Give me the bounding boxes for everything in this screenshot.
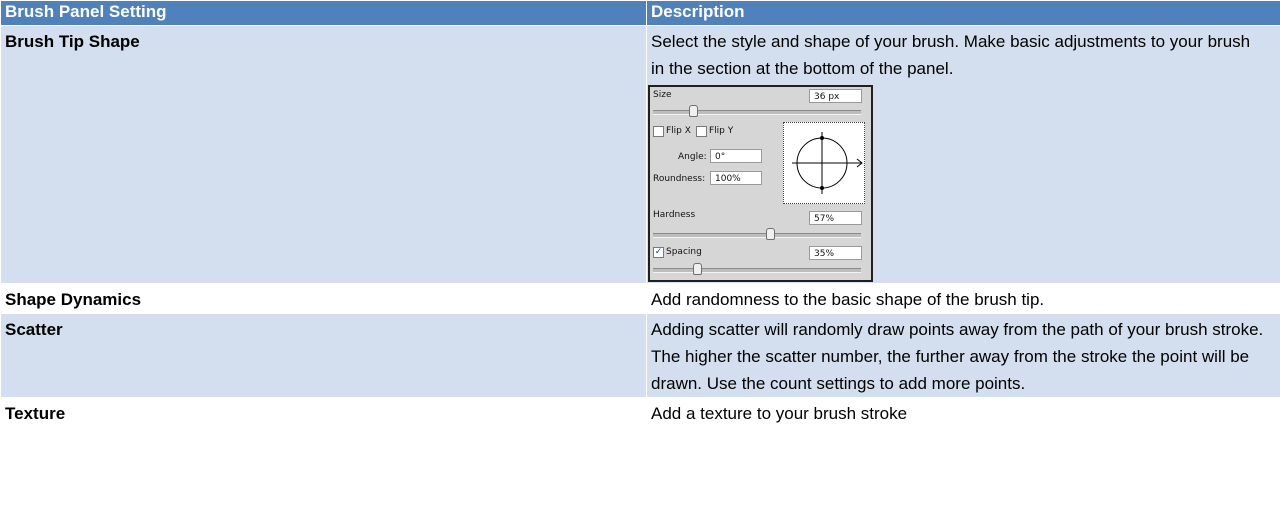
crosshair-circle-icon [792,132,863,194]
hardness-label: Hardness [653,210,696,220]
header-description: Description [646,0,1280,26]
spacing-slider[interactable] [653,263,861,275]
table-row: Scatter Adding scatter will randomly dra… [0,313,1280,398]
hardness-slider[interactable] [653,228,861,240]
spacing-label: Spacing [666,247,702,257]
size-field[interactable]: 36 px [809,89,862,103]
roundness-label: Roundness: [653,174,706,184]
setting-name: Shape Dynamics [5,290,142,309]
description-text: Adding scatter will randomly draw points… [651,320,1264,393]
flip-x-label: Flip X [666,126,691,136]
angle-label: Angle: [678,152,707,162]
size-slider[interactable] [653,105,861,117]
flip-y-label: Flip Y [709,126,734,136]
size-label: Size [653,90,672,100]
table-row: Shape Dynamics Add randomness to the bas… [0,283,1280,314]
spacing-checkbox[interactable]: ✓ [653,247,664,258]
table-row: Texture Add a texture to your brush stro… [0,397,1280,428]
description-text: Add randomness to the basic shape of the… [651,290,1045,309]
angle-field[interactable]: 0° [710,149,762,163]
spacing-slider-thumb[interactable] [693,263,702,275]
brush-angle-preview[interactable] [783,122,865,204]
roundness-field[interactable]: 100% [710,171,762,185]
setting-cell: Scatter [0,313,647,398]
setting-name: Brush Tip Shape [5,32,140,51]
setting-name: Scatter [5,320,63,339]
hardness-slider-thumb[interactable] [766,228,775,240]
description-cell: Adding scatter will randomly draw points… [646,313,1280,398]
flip-y-checkbox[interactable] [696,126,707,137]
description-cell: Add randomness to the basic shape of the… [646,283,1280,314]
flip-x-checkbox[interactable] [653,126,664,137]
setting-cell: Brush Tip Shape [0,25,647,284]
brush-tip-panel-image: Size 36 px Flip X Flip Y Angle: 0° Round… [648,85,873,282]
table-row: Brush Tip Shape Select the style and sha… [0,25,1280,284]
spacing-field[interactable]: 35% [809,246,862,260]
setting-name: Texture [5,404,66,423]
header-setting: Brush Panel Setting [0,0,647,26]
brush-settings-table: Brush Panel Setting Description Brush Ti… [0,0,1280,428]
table-header-row: Brush Panel Setting Description [0,0,1280,26]
hardness-field[interactable]: 57% [809,211,862,225]
description-cell: Select the style and shape of your brush… [646,25,1280,284]
description-cell: Add a texture to your brush stroke [646,397,1280,428]
setting-cell: Shape Dynamics [0,283,647,314]
setting-cell: Texture [0,397,647,428]
size-slider-thumb[interactable] [689,105,698,117]
description-text: Select the style and shape of your brush… [651,32,1251,78]
description-text: Add a texture to your brush stroke [651,404,908,423]
